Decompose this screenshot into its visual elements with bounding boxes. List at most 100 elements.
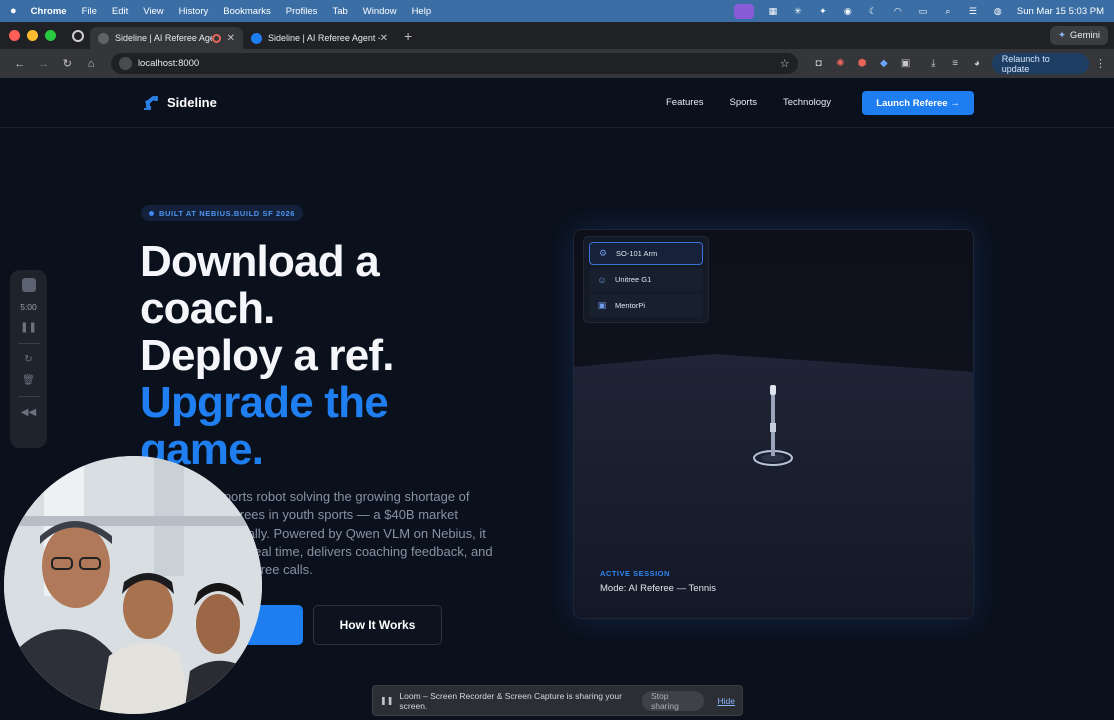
- menu-help[interactable]: Help: [412, 6, 432, 17]
- webcam-bubble[interactable]: [4, 456, 262, 714]
- close-tab-icon[interactable]: ✕: [227, 33, 235, 44]
- relaunch-to-update-button[interactable]: Relaunch to update: [991, 53, 1089, 74]
- apple-menu-icon[interactable]: ●: [10, 5, 17, 17]
- trash-icon[interactable]: 🗑: [22, 375, 35, 386]
- robot-option-unitree-g1[interactable]: ☺ Unitree G1: [589, 268, 703, 291]
- menu-bookmarks[interactable]: Bookmarks: [223, 6, 271, 17]
- stop-sharing-button[interactable]: Stop sharing: [641, 690, 704, 711]
- nav-link-sports[interactable]: Sports: [730, 97, 757, 108]
- how-it-works-button[interactable]: How It Works: [313, 605, 442, 645]
- tab-title: Sideline | AI Referee Agent -: [268, 33, 380, 43]
- menu-profiles[interactable]: Profiles: [286, 6, 318, 17]
- robot-option-mentorpi[interactable]: ▣ MentorPi: [589, 294, 703, 317]
- session-mode-text: Mode: AI Referee — Tennis: [600, 583, 716, 594]
- menu-tab[interactable]: Tab: [332, 6, 347, 17]
- reload-icon[interactable]: ↻: [55, 57, 79, 70]
- headline-line: Download a: [140, 237, 380, 286]
- new-tab-icon[interactable]: +: [404, 28, 412, 44]
- tab-sideline-active[interactable]: Sideline | AI Referee Agent ✕: [90, 27, 243, 49]
- address-url: localhost:8000: [137, 58, 200, 69]
- screen-recording-icon[interactable]: [733, 3, 754, 19]
- pause-icon[interactable]: ❚❚: [20, 322, 37, 333]
- headline-highlight-line: Upgrade the: [140, 378, 389, 427]
- camera-extension-icon[interactable]: ◘: [808, 58, 830, 69]
- browser-toolbar: ← → ↻ ⌂ localhost:8000 ☆ ◘ ✺ ⬢ ◆ ▣ ⤓ ≡ ◕…: [0, 49, 1114, 78]
- arm-icon: ⚙: [598, 248, 608, 258]
- headline-line: coach.: [140, 284, 275, 333]
- nav-link-features[interactable]: Features: [666, 97, 704, 108]
- browser-tab-strip: Sideline | AI Referee Agent ✕ Sideline |…: [0, 22, 1114, 49]
- gemini-sparkle-icon: ✦: [1057, 30, 1066, 41]
- nav-link-technology[interactable]: Technology: [783, 97, 831, 108]
- battery-icon[interactable]: ▭: [917, 6, 929, 16]
- robot-3d-viewer[interactable]: ⚙ SO-101 Arm ☺ Unitree G1 ▣ MentorPi ACT…: [573, 229, 974, 619]
- site-info-icon[interactable]: [118, 57, 132, 70]
- chrome-menu-icon[interactable]: ⋮: [1095, 57, 1106, 70]
- divider: [17, 396, 40, 397]
- tab-sideline-second[interactable]: Sideline | AI Referee Agent - ✕: [243, 27, 396, 49]
- brand-name: Sideline: [167, 94, 217, 110]
- forward-arrow-icon[interactable]: →: [32, 58, 56, 70]
- menu-view[interactable]: View: [143, 6, 163, 17]
- extension-badge-icon[interactable]: ◆: [873, 58, 895, 69]
- menu-window[interactable]: Window: [363, 6, 397, 17]
- wifi-icon[interactable]: ◠: [892, 6, 904, 16]
- menu-history[interactable]: History: [179, 6, 209, 17]
- robot-selector: ⚙ SO-101 Arm ☺ Unitree G1 ▣ MentorPi: [583, 236, 709, 323]
- grid-icon[interactable]: ▦: [767, 6, 779, 16]
- restart-icon[interactable]: ↻: [24, 354, 32, 365]
- rover-icon: ▣: [597, 300, 607, 310]
- sun-icon[interactable]: ✳: [792, 6, 804, 16]
- sparkle-icon[interactable]: ✦: [817, 6, 829, 16]
- play-circle-icon[interactable]: ◉: [842, 6, 854, 16]
- close-tab-icon[interactable]: ✕: [380, 33, 388, 44]
- download-icon[interactable]: ⤓: [922, 58, 944, 69]
- session-status-label: ACTIVE SESSION: [600, 569, 670, 578]
- profile-avatar-icon[interactable]: ◕: [966, 58, 988, 69]
- zoom-window-button[interactable]: [45, 30, 56, 41]
- gemini-button[interactable]: ✦ Gemini: [1049, 26, 1108, 45]
- menu-bar-status-area: ▦ ✳ ✦ ◉ ☾ ◠ ▭ ⌕ ☰ ◍ Sun Mar 15 5:03 PM: [733, 0, 1104, 22]
- robot-arm-logo-icon: [144, 96, 158, 110]
- menu-edit[interactable]: Edit: [112, 6, 128, 17]
- screen: ● Chrome File Edit View History Bookmark…: [0, 0, 1114, 720]
- humanoid-icon: ☺: [597, 274, 607, 285]
- address-bar[interactable]: localhost:8000 ☆: [110, 53, 798, 74]
- collapse-icon[interactable]: ◀◀: [21, 407, 36, 418]
- menu-app-chrome[interactable]: Chrome: [31, 6, 67, 17]
- hide-sharing-bar-link[interactable]: Hide: [718, 696, 735, 706]
- media-controls-icon[interactable]: ≡: [944, 58, 966, 69]
- back-arrow-icon[interactable]: ←: [8, 58, 32, 70]
- extension-sparkle-icon[interactable]: ✺: [829, 58, 851, 69]
- moon-icon[interactable]: ☾: [867, 6, 879, 16]
- robot-name: MentorPi: [615, 301, 646, 310]
- recording-indicator-icon: [211, 33, 221, 43]
- launch-referee-button[interactable]: Launch Referee →: [862, 91, 974, 115]
- siri-icon[interactable]: ◍: [992, 6, 1004, 16]
- divider: [17, 343, 40, 344]
- site-brand[interactable]: Sideline: [142, 93, 217, 111]
- loom-recording-controls: 5:00 ❚❚ ↻ 🗑 ◀◀: [10, 270, 47, 448]
- web-page: Sideline Features Sports Technology Laun…: [0, 78, 1114, 720]
- control-center-icon[interactable]: ☰: [967, 6, 979, 16]
- search-icon[interactable]: ⌕: [942, 6, 954, 16]
- sideline-favicon-icon: [251, 32, 262, 44]
- home-icon[interactable]: ⌂: [79, 58, 103, 70]
- menu-file[interactable]: File: [82, 6, 97, 17]
- tab-search-icon[interactable]: [72, 29, 84, 42]
- close-window-button[interactable]: [9, 30, 20, 41]
- gemini-label: Gemini: [1069, 30, 1100, 41]
- headline-line: Deploy a ref.: [140, 331, 394, 380]
- menu-bar-clock[interactable]: Sun Mar 15 5:03 PM: [1017, 6, 1104, 17]
- bookmark-star-icon[interactable]: ☆: [780, 57, 790, 70]
- globe-favicon-icon: [98, 32, 109, 44]
- minimize-window-button[interactable]: [27, 30, 38, 41]
- stop-recording-icon[interactable]: [21, 278, 36, 292]
- event-badge: BUILT AT NEBIUS.BUILD SF 2026: [141, 205, 304, 221]
- extensions-puzzle-icon[interactable]: ▣: [895, 58, 917, 69]
- adblock-extension-icon[interactable]: ⬢: [851, 58, 873, 69]
- drag-handle-icon[interactable]: ❚❚: [380, 696, 393, 705]
- sharing-message: Loom – Screen Recorder & Screen Capture …: [399, 690, 622, 711]
- macos-menu-bar: ● Chrome File Edit View History Bookmark…: [0, 0, 1114, 22]
- robot-option-so101-arm[interactable]: ⚙ SO-101 Arm: [589, 242, 703, 265]
